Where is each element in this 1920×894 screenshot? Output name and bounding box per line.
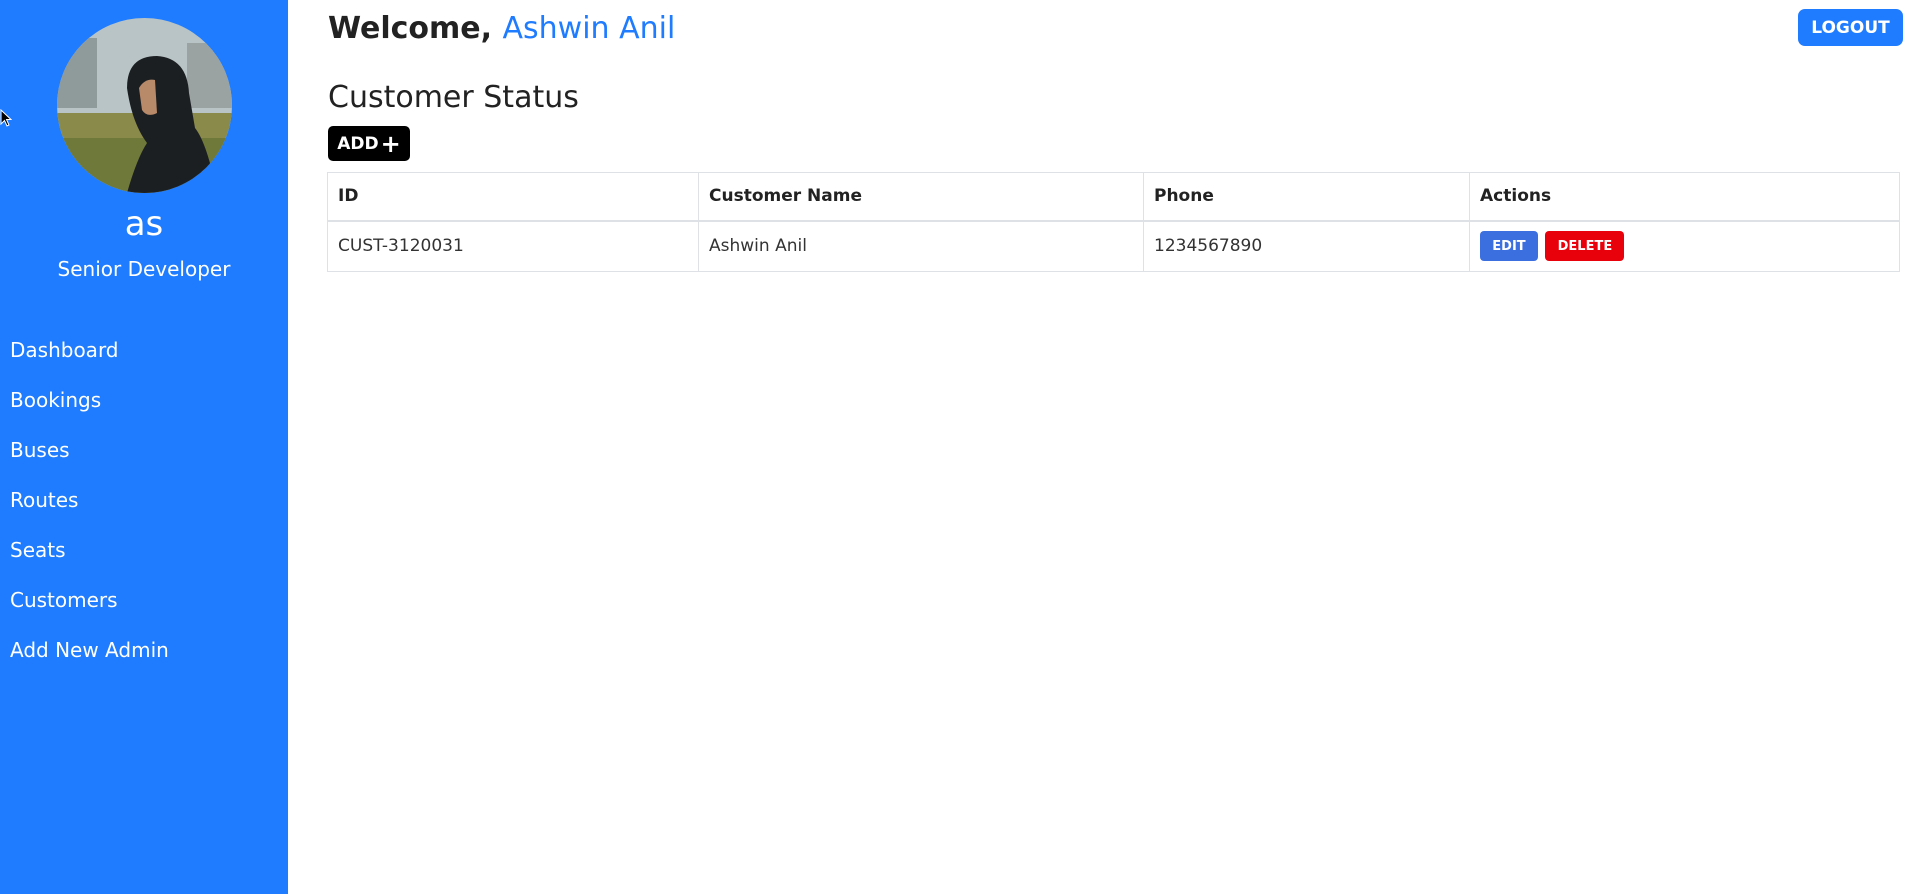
plus-icon: + — [380, 129, 401, 158]
column-header-phone: Phone — [1143, 172, 1470, 222]
profile-role: Senior Developer — [57, 257, 231, 281]
cell-customer-name: Ashwin Anil — [698, 220, 1144, 272]
profile-name: as — [124, 204, 164, 244]
sidebar: as Senior Developer Dashboard Bookings B… — [0, 0, 288, 894]
column-header-actions: Actions — [1469, 172, 1900, 222]
sidebar-item-add-new-admin[interactable]: Add New Admin — [10, 635, 169, 685]
welcome-prefix: Welcome, — [328, 11, 503, 46]
cell-actions: EDIT DELETE — [1469, 220, 1900, 272]
sidebar-nav: Dashboard Bookings Buses Routes Seats Cu… — [10, 335, 169, 685]
sidebar-item-buses[interactable]: Buses — [10, 435, 169, 485]
logout-button[interactable]: LOGOUT — [1798, 9, 1903, 46]
column-header-id: ID — [327, 172, 699, 222]
add-button[interactable]: ADD + — [328, 126, 410, 161]
delete-button[interactable]: DELETE — [1545, 231, 1625, 262]
main-content: Welcome, Ashwin Anil LOGOUT Customer Sta… — [288, 0, 1920, 894]
edit-button[interactable]: EDIT — [1480, 231, 1538, 262]
column-header-customer-name: Customer Name — [698, 172, 1144, 222]
add-button-label: ADD — [337, 133, 379, 154]
sidebar-item-routes[interactable]: Routes — [10, 485, 169, 535]
sidebar-item-seats[interactable]: Seats — [10, 535, 169, 585]
welcome-heading: Welcome, Ashwin Anil — [328, 10, 675, 48]
welcome-user-name: Ashwin Anil — [502, 11, 676, 46]
sidebar-item-bookings[interactable]: Bookings — [10, 385, 169, 435]
customer-table: ID Customer Name Phone Actions CUST-3120… — [327, 172, 1900, 272]
table-row: CUST-3120031 Ashwin Anil 1234567890 EDIT… — [327, 220, 1900, 272]
page-title: Customer Status — [328, 80, 579, 115]
sidebar-item-customers[interactable]: Customers — [10, 585, 169, 635]
cell-phone: 1234567890 — [1143, 220, 1470, 272]
mouse-cursor-icon — [0, 108, 13, 131]
cell-id: CUST-3120031 — [327, 220, 699, 272]
avatar — [57, 18, 232, 193]
table-header-row: ID Customer Name Phone Actions — [327, 172, 1900, 222]
sidebar-item-dashboard[interactable]: Dashboard — [10, 335, 169, 385]
